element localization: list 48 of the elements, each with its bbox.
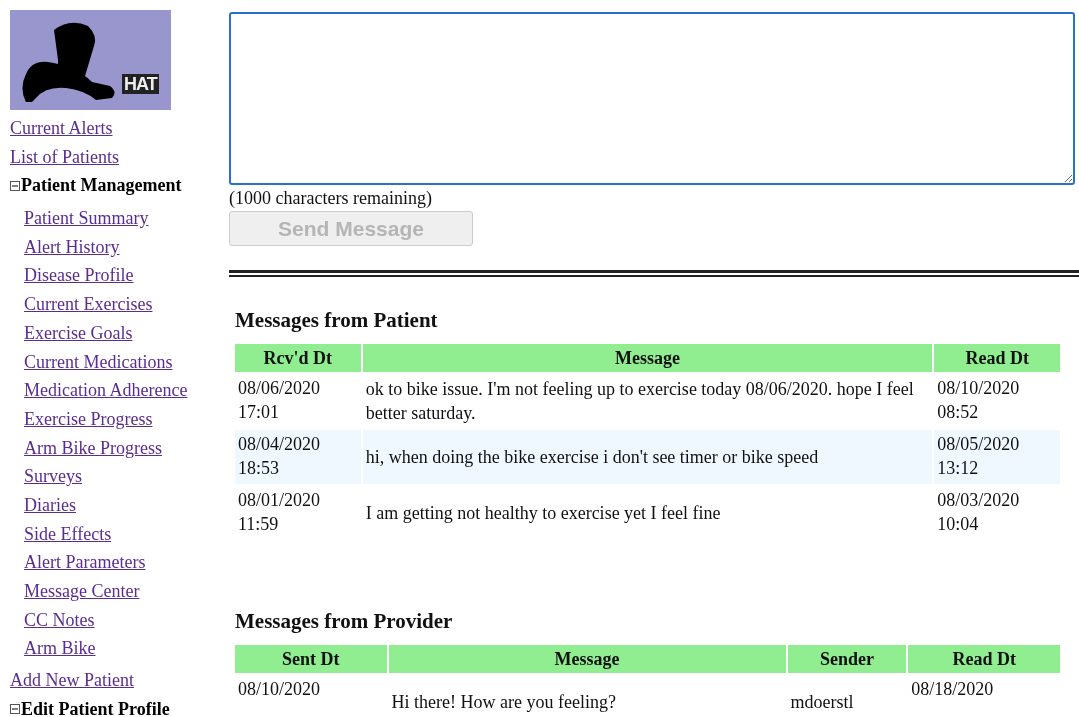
sidebar-link[interactable]: List of Patients [10,142,119,172]
column-header: Read Dt [934,344,1060,372]
table-cell-text: ok to bike issue. I'm not feeling up to exercise today 08/06/2020. hope I feel better saturday. [364,378,915,425]
sidebar-link[interactable]: Diaries [24,490,76,520]
sidebar-link[interactable]: Add New Patient [10,666,134,695]
table-cell-text: 08/06/2020 17:01 [237,377,321,424]
sidebar-link[interactable]: Current Alerts [10,114,113,143]
sidebar-link[interactable]: Arm Bike Progress [24,433,162,463]
column-header: Message [388,645,786,673]
logo-text: HAT [122,74,159,94]
column-header: Read Dt [908,645,1060,673]
section-heading: Messages from Provider [235,608,453,634]
column-header: Rcv'd Dt [235,344,361,372]
collapse-icon[interactable] [10,180,20,191]
sidebar-link[interactable]: Message Center [24,577,140,606]
table-cell-text: I am getting not healthy to exercise yet I feel fine [364,502,722,525]
sidebar-link[interactable]: Alert Parameters [24,548,146,577]
table-cell: hi, when doing the bike exercise i don't see timer or bike speed [362,430,933,484]
sidebar-link[interactable]: Arm Bike [24,634,96,664]
sidebar-link[interactable]: CC Notes [24,605,95,635]
table-cell-text: 08/18/2020 [910,678,995,701]
message-field[interactable] [229,12,1075,185]
section-heading: Messages from Patient [235,307,438,333]
sidebar-link[interactable]: Medication Adherence [24,376,188,405]
column-header: Sender [787,645,907,673]
column-header: Sent Dt [235,645,387,673]
section-title[interactable]: Edit Patient Profile [21,694,170,717]
sidebar-link[interactable]: Current Medications [24,347,173,377]
sidebar-link[interactable]: Surveys [24,462,82,491]
sidebar-link[interactable]: Alert History [24,232,120,262]
table-cell-text: Hi there! How are you feeling? [390,691,617,714]
sidebar-link[interactable]: Current Exercises [24,290,153,319]
sidebar-link[interactable]: Exercise Goals [24,318,133,348]
table-cell-text: 08/03/2020 10:04 [936,489,1021,536]
sidebar-link[interactable]: Disease Profile [24,261,134,291]
table-cell: 08/05/2020 13:12 [934,430,1060,484]
table-cell-text: 08/10/2020 [237,678,321,701]
characters-remaining: (1000 characters remaining) [229,187,432,209]
sidebar-link[interactable]: Side Effects [24,519,112,549]
table-cell-text: 08/10/2020 08:52 [936,377,1021,424]
section-title[interactable]: Patient Management [21,171,182,201]
table-cell-text: mdoerstl [789,691,855,714]
table-cell-text: 08/01/2020 11:59 [237,489,321,536]
column-header: Message [362,344,933,372]
collapse-icon[interactable] [10,704,20,715]
sidebar-link[interactable]: Exercise Progress [24,404,153,434]
sidebar-link[interactable]: Patient Summary [24,204,149,233]
table-cell: 08/04/2020 18:53 [235,430,361,484]
